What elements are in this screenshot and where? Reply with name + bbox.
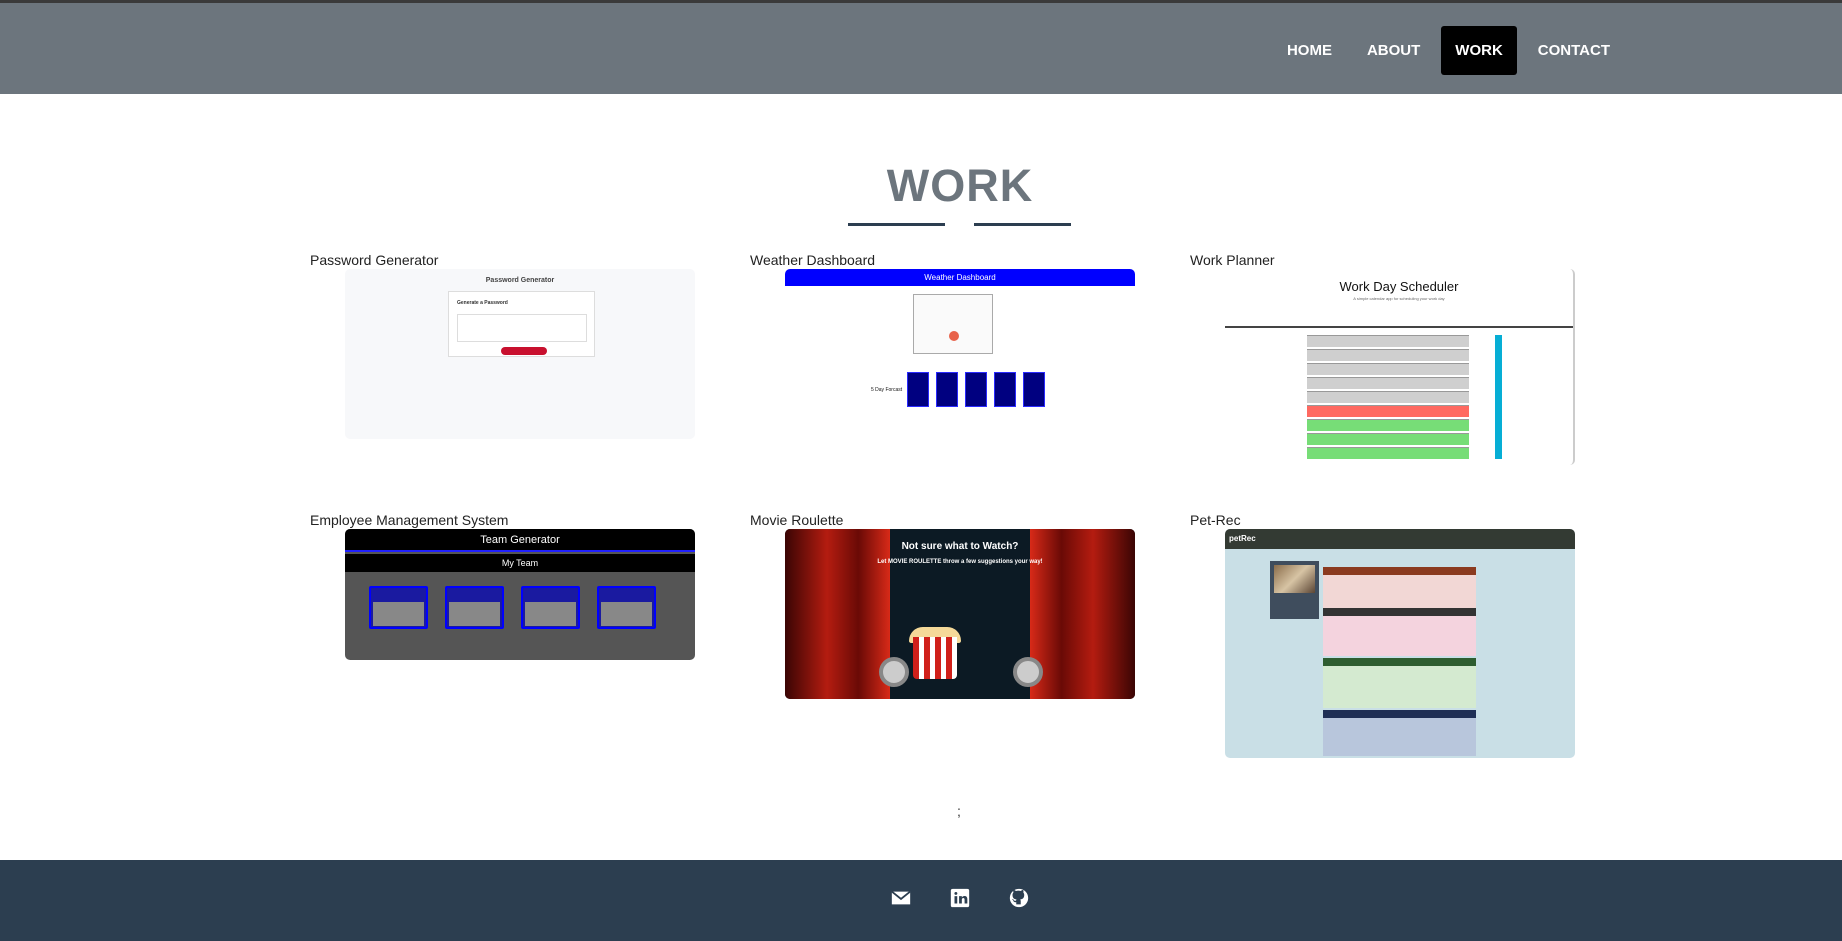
nav-home[interactable]: HOME — [1273, 26, 1346, 75]
preview-brand: petRec — [1225, 529, 1575, 549]
nav-work[interactable]: WORK — [1441, 26, 1517, 75]
preview-title: Weather Dashboard — [785, 269, 1135, 286]
preview-title: Password Generator — [485, 277, 555, 284]
main-nav: HOME ABOUT WORK CONTACT — [1266, 26, 1624, 75]
project-title[interactable]: Password Generator — [310, 251, 695, 269]
top-navbar: HOME ABOUT WORK CONTACT — [0, 0, 1842, 94]
team-card — [521, 586, 580, 629]
film-reel-icon — [1013, 657, 1043, 687]
project-card-employee-management[interactable]: Employee Management System Team Generato… — [310, 511, 695, 661]
preview-divider — [1225, 326, 1573, 328]
nav-contact[interactable]: CONTACT — [1524, 26, 1624, 75]
title-underline-left — [848, 223, 945, 226]
preview-pet-photo — [1274, 565, 1315, 593]
hour-row — [1307, 405, 1469, 417]
preview-subtitle: My Team — [345, 554, 695, 572]
hour-row — [1307, 377, 1469, 389]
forecast-card — [965, 372, 987, 407]
nav-about[interactable]: ABOUT — [1353, 26, 1434, 75]
hour-row — [1307, 419, 1469, 431]
curtain-left — [785, 529, 890, 699]
preview-section-body — [1323, 718, 1476, 756]
preview-section-body — [1323, 666, 1476, 708]
preview-weather-icon — [949, 331, 959, 341]
hour-row — [1307, 447, 1469, 459]
preview-title: Work Day Scheduler — [1339, 279, 1459, 294]
save-column — [1495, 335, 1502, 459]
project-card-work-planner[interactable]: Work Planner Work Day Scheduler A simple… — [1190, 251, 1575, 471]
preview-section-body — [1323, 575, 1476, 608]
project-card-movie-roulette[interactable]: Movie Roulette Not sure what to Watch? L… — [750, 511, 1135, 701]
forecast-card — [994, 372, 1016, 407]
project-screenshot[interactable]: Password Generator Generate a Password — [345, 269, 695, 439]
preview-forecast-label: 5 Day Forcast — [871, 387, 903, 393]
preview-section-header — [1323, 658, 1476, 666]
project-title[interactable]: Movie Roulette — [750, 511, 1135, 529]
project-card-weather-dashboard[interactable]: Weather Dashboard Weather Dashboard 5 Da… — [750, 251, 1135, 441]
preview-title: Team Generator — [345, 529, 695, 552]
project-title[interactable]: Work Planner — [1190, 251, 1575, 269]
preview-section-body — [1323, 616, 1476, 656]
project-title[interactable]: Pet-Rec — [1190, 511, 1575, 529]
project-title[interactable]: Employee Management System — [310, 511, 695, 529]
social-links — [890, 887, 1030, 909]
preview-card: Generate a Password — [448, 291, 595, 357]
preview-section-header — [1323, 567, 1476, 575]
project-screenshot[interactable]: Work Day Scheduler A simple calendar app… — [1225, 269, 1575, 465]
preview-output-box — [457, 314, 587, 342]
hour-row — [1307, 433, 1469, 445]
preview-tagline: Let MOVIE ROULETTE throw a few suggestio… — [877, 559, 1043, 565]
popcorn-bucket-icon — [913, 637, 957, 679]
project-screenshot[interactable]: Team Generator My Team — [345, 529, 695, 660]
preview-headline: Not sure what to Watch? — [901, 541, 1019, 552]
hour-row — [1307, 363, 1469, 375]
preview-section-header — [1323, 608, 1476, 616]
forecast-card — [936, 372, 958, 407]
hour-row — [1307, 335, 1469, 347]
team-card — [445, 586, 504, 629]
project-screenshot[interactable]: Not sure what to Watch? Let MOVIE ROULET… — [785, 529, 1135, 699]
preview-subtitle: A simple calendar app for scheduling you… — [1353, 296, 1445, 301]
stray-text: ; — [957, 803, 961, 819]
footer — [0, 860, 1842, 941]
github-icon[interactable] — [1008, 887, 1030, 909]
forecast-card — [907, 372, 929, 407]
hour-row — [1307, 391, 1469, 403]
team-card — [369, 586, 428, 629]
project-title[interactable]: Weather Dashboard — [750, 251, 1135, 269]
preview-search-panel — [913, 294, 993, 354]
project-card-password-generator[interactable]: Password Generator Password Generator Ge… — [310, 251, 695, 441]
hour-row — [1307, 349, 1469, 361]
preview-section-header — [1323, 710, 1476, 718]
project-card-pet-rec[interactable]: Pet-Rec petRec — [1190, 511, 1575, 761]
film-reel-icon — [879, 657, 909, 687]
linkedin-icon[interactable] — [949, 887, 971, 909]
title-underline-right — [974, 223, 1071, 226]
envelope-icon[interactable] — [890, 887, 912, 909]
project-screenshot[interactable]: Weather Dashboard 5 Day Forcast — [785, 269, 1135, 414]
page-title: WORK — [886, 160, 1034, 211]
curtain-right — [1030, 529, 1135, 699]
preview-generate-button — [501, 347, 547, 355]
preview-heading: Generate a Password — [457, 300, 508, 306]
project-screenshot[interactable]: petRec — [1225, 529, 1575, 758]
team-card — [597, 586, 656, 629]
forecast-card — [1023, 372, 1045, 407]
